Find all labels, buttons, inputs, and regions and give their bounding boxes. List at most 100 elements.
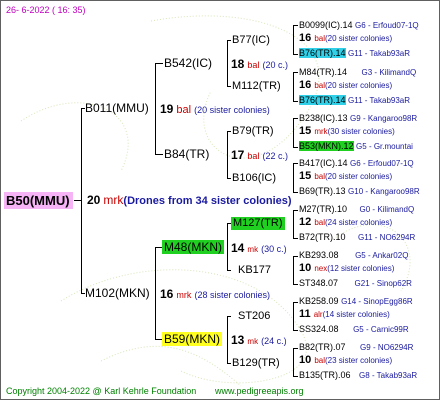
m127-drone-note: (24 sister colonies) [325,218,393,227]
connector [293,101,298,102]
gen4-id: B76(TR).14 [299,48,346,58]
m127-drone-number: 12 [299,216,312,228]
connector [293,118,298,119]
gen4-queen-entry[interactable]: B82(TR).07 G9 - NO6294R [299,341,413,354]
gen4-queen-entry[interactable]: KB293.08 G5 - Ankar02Q [299,249,408,262]
gen4-drone-number: 15 [299,125,312,137]
connector [293,302,294,330]
connector [227,363,231,364]
queen-st206[interactable]: ST206 [238,310,270,323]
queen-b59[interactable]: B59(MKN) [162,332,223,346]
b542-drone-info: 18 bal (20 c.) [231,57,288,72]
queen-b77[interactable]: B77(IC) [232,34,270,47]
m102-drone-note: (28 sister colonies) [194,290,271,300]
connector [293,210,298,211]
gen4-info: G3 - KilimandQ [361,68,417,77]
m48-drone-info: 14 mk (30 c.) [231,241,287,256]
gen4-queen-entry[interactable]: B76(TR).14 G11 - Takab93aR [299,47,410,60]
gen4-drone-entry: 16 bal(20 sister colonies) [299,79,392,92]
queen-m112[interactable]: M112(TR) [232,80,281,93]
gen4-queen-entry[interactable]: M27(TR).10 G0 - KilimandQ [299,203,414,216]
pedigree-chart: { "header_date": "26- 6-2022 ( 16: 35)",… [0,0,440,400]
connector [227,223,228,270]
b84-drone-number: 17 [231,148,245,162]
b542-drone-mark: bal [247,60,260,70]
b011-drone-info: 19 bal (20 sister colonies) [160,102,270,117]
connector [293,72,294,102]
gen4-drone-note: (12 sister colonies) [327,264,395,273]
gen4-drone-number: 16 [299,79,312,91]
connector [293,163,298,164]
gen4-queen-entry[interactable]: B135(TR).06 G8 - Takab93aR [299,369,417,382]
gen4-queen-entry[interactable]: B238(IC).13 G9 - Kangaroo98R [299,112,417,125]
queen-b011[interactable]: B011(MMU) [85,101,149,115]
gen4-id: B417(IC).14 [299,158,348,168]
queen-b129[interactable]: B129(TR) [232,357,280,370]
b011-drone-mark: bal [176,104,192,116]
connector [293,210,294,238]
gen4-info: G11 - Takab93aR [348,96,411,105]
connector [293,284,298,285]
gen4-info: G11 - NO6294R [358,233,416,242]
gen4-drone-mark: mrk [314,127,328,136]
gen4-id: SS324.08 [299,324,339,334]
gen4-drone-note: (30 sister colonies) [327,127,395,136]
gen4-info: G14 - SinopEgg86R [341,297,413,306]
gen4-drone-number: 10 [299,354,312,366]
queen-kb177[interactable]: KB177 [238,264,271,277]
gen4-drone-mark: bal [314,34,325,43]
m48-drone-note: (30 c.) [261,244,287,254]
gen4-info: G5 - Ankar02Q [355,251,409,260]
m48-drone-mark: mk [247,245,259,254]
gen4-id: B76(TR).14 [299,95,346,105]
gen4-queen-entry[interactable]: KB258.09 G14 - SinopEgg86R [299,295,413,308]
queen-b79[interactable]: B79(TR) [232,125,274,138]
connector [293,376,298,377]
connector [293,54,298,55]
footer-url[interactable]: www.pedigreeapis.org [215,385,304,398]
connector [293,256,298,257]
gen4-id: B53(MKN).12 [299,141,354,151]
gen4-drone-mark: bal [314,356,325,365]
gen4-id: M27(TR).10 [299,204,348,214]
gen4-drone-entry: 15 bal(20 sister colonies) [299,170,392,183]
drones-info: 20 mrk(Drones from 34 sister colonies) [87,193,292,208]
gen4-queen-entry[interactable]: B0099(IC).14 G6 - Erfoud07-1Q [299,19,419,32]
gen4-drone-note: (23 sister colonies) [325,356,393,365]
gen4-queen-entry[interactable]: B76(TR).14 G11 - Takab93aR [299,94,410,107]
root-queen[interactable]: B50(MMU) [4,192,73,209]
m48-drone-number: 14 [231,241,245,255]
gen4-queen-entry[interactable]: ST348.07 G21 - Sinop62R [299,277,412,290]
gen4-drone-entry: 11 alr(14 sister colonies) [299,308,390,321]
b542-drone-number: 18 [231,57,245,71]
connector [155,339,162,340]
queen-m102[interactable]: M102(MKN) [85,286,150,300]
gen4-queen-entry[interactable]: B69(TR).13 G10 - Kangaroo98R [299,185,420,198]
gen4-info: G6 - Erfoud07-1Q [350,159,414,168]
header-date: 26- 6-2022 ( 16: 35) [6,5,86,15]
m102-drone-mark: mrk [176,290,192,300]
b59-drone-note: (24 c.) [261,336,287,346]
gen4-queen-entry[interactable]: B417(IC).14 G6 - Erfoud07-1Q [299,157,414,170]
m102-drone-info: 16 mrk (28 sister colonies) [160,287,270,302]
gen4-info: G5 - Carnic99R [353,325,409,334]
queen-m127[interactable]: M127(TR) [231,217,285,230]
gen4-drone-number: 16 [299,32,312,44]
queen-m48[interactable]: M48(MKN) [162,240,225,254]
gen4-queen-entry[interactable]: M84(TR).14 G3 - KilimandQ [299,66,416,79]
gen4-drone-mark: alr [313,310,323,319]
connector [293,302,298,303]
queen-b106[interactable]: B106(IC) [232,172,276,185]
gen4-queen-entry[interactable]: B72(TR).10 G11 - NO6294R [299,231,415,244]
gen4-queen-entry[interactable]: SS324.08 G5 - Carnic99R [299,323,409,336]
gen4-queen-entry[interactable]: B53(MKN).12 G5 - Gr.mountai [299,140,413,153]
connector [293,256,294,284]
gen4-info: G8 - Takab93aR [359,371,418,380]
gen4-drone-mark: nex [314,264,328,273]
queen-b84[interactable]: B84(TR) [164,147,209,161]
gen4-drone-number: 15 [299,170,312,182]
footer-copyright: Copyright 2004-2022 @ Karl Kehrle Founda… [6,386,197,396]
gen4-id: B69(TR).13 [299,186,346,196]
drones-number: 20 [87,193,101,207]
queen-b542[interactable]: B542(IC) [164,56,212,70]
